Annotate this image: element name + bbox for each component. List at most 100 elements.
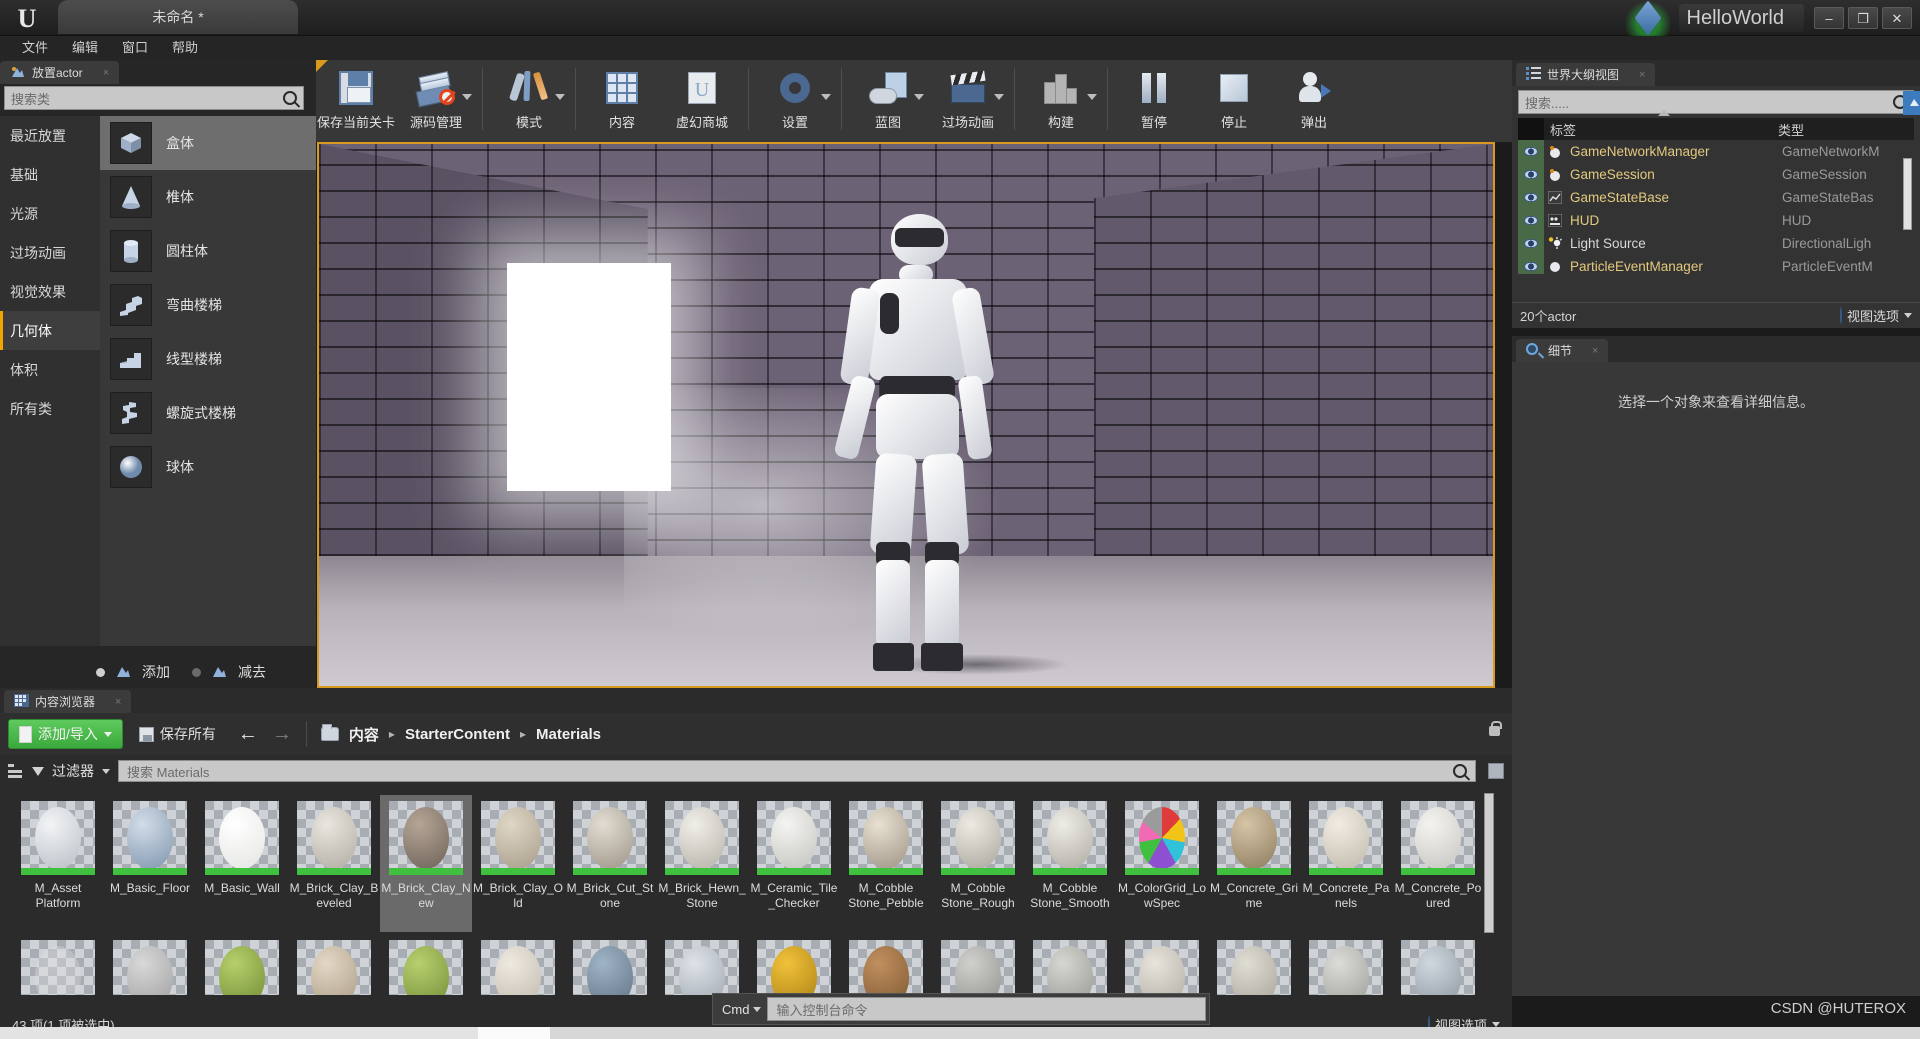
chevron-down-icon[interactable] <box>994 94 1004 100</box>
outliner-rows[interactable]: GameNetworkManager GameNetworkM GameSess… <box>1518 140 1914 274</box>
asset-tile[interactable]: M_Concrete_Grime <box>1208 795 1300 932</box>
table-row[interactable]: ParticleEventManager ParticleEventM <box>1518 255 1914 274</box>
asset-tile[interactable]: M_Brick_Clay_Beveled <box>288 795 380 932</box>
category-all-classes[interactable]: 所有类 <box>0 389 100 428</box>
breadcrumb-item-materials[interactable]: Materials <box>536 726 601 743</box>
category-recently-placed[interactable]: 最近放置 <box>0 116 100 155</box>
asset-tile[interactable] <box>196 934 288 995</box>
eye-icon[interactable] <box>1518 140 1544 163</box>
tab-details-close-icon[interactable]: × <box>1592 345 1598 357</box>
place-item-curved-stair[interactable]: 弯曲楼梯 <box>100 278 316 332</box>
asset-tile[interactable]: M_Concrete_Poured <box>1392 795 1484 932</box>
subtract-radio[interactable] <box>192 667 201 677</box>
add-import-button[interactable]: 添加/导入 <box>8 719 123 749</box>
category-basic[interactable]: 基础 <box>0 155 100 194</box>
table-row[interactable]: Light Source DirectionalLigh <box>1518 232 1914 255</box>
asset-tile[interactable] <box>564 934 656 995</box>
asset-tile[interactable] <box>1300 934 1392 995</box>
outliner-add-button[interactable] <box>1903 91 1920 115</box>
outliner-scrollbar[interactable] <box>1903 158 1912 230</box>
toolbar-content-button[interactable]: 内容 <box>582 60 662 136</box>
asset-tile[interactable] <box>288 934 380 995</box>
asset-tile[interactable] <box>932 934 1024 995</box>
chevron-down-icon[interactable] <box>821 94 831 100</box>
asset-tile[interactable] <box>1392 934 1484 995</box>
asset-tile[interactable] <box>472 934 564 995</box>
outliner-search-input[interactable]: 搜索..... <box>1518 90 1920 115</box>
asset-tile[interactable] <box>1116 934 1208 995</box>
place-item-cylinder[interactable]: 圆柱体 <box>100 224 316 278</box>
asset-tile[interactable] <box>656 934 748 995</box>
asset-tile[interactable] <box>748 934 840 995</box>
outliner-view-options-button[interactable]: 视图选项 <box>1839 306 1912 325</box>
toolbar-modes-button[interactable]: 模式 <box>489 60 569 136</box>
level-viewport[interactable] <box>317 142 1495 688</box>
console-input[interactable]: 输入控制台命令 <box>767 997 1206 1021</box>
tab-details[interactable]: 细节 × <box>1516 339 1609 362</box>
toolbar-cinematics-button[interactable]: 过场动画 <box>928 60 1008 136</box>
asset-tile[interactable]: M_Brick_Hewn_Stone <box>656 795 748 932</box>
back-button[interactable]: ← <box>238 724 258 744</box>
toolbar-source-control-button[interactable]: 源码管理 <box>396 60 476 136</box>
chevron-down-icon[interactable] <box>462 94 472 100</box>
asset-tile[interactable] <box>380 934 472 995</box>
close-button[interactable]: ✕ <box>1882 7 1912 29</box>
tab-place-actor-close-icon[interactable]: × <box>103 67 109 79</box>
asset-tile[interactable]: M_ColorGrid_LowSpec <box>1116 795 1208 932</box>
toolbar-build-button[interactable]: 构建 <box>1021 60 1101 136</box>
asset-tile[interactable]: M_Cobble Stone_Smooth <box>1024 795 1116 932</box>
toolbar-pause-button[interactable]: 暂停 <box>1114 60 1194 136</box>
save-all-button[interactable]: 保存所有 <box>133 724 222 744</box>
breadcrumb-item-startercontent[interactable]: StarterContent <box>405 726 510 743</box>
eye-icon[interactable] <box>1518 186 1544 209</box>
asset-tile[interactable]: M_Cobble Stone_Rough <box>932 795 1024 932</box>
chevron-down-icon[interactable] <box>555 94 565 100</box>
menu-item-edit[interactable]: 编辑 <box>60 36 110 60</box>
tab-world-outliner[interactable]: 世界大纲视图 × <box>1516 63 1656 86</box>
minimize-button[interactable]: – <box>1814 7 1844 29</box>
place-item-box[interactable]: 盒体 <box>100 116 316 170</box>
eye-icon[interactable] <box>1518 255 1544 274</box>
toolbar-settings-button[interactable]: 设置 <box>755 60 835 136</box>
toolbar-blueprint-button[interactable]: 蓝图 <box>848 60 928 136</box>
table-row[interactable]: HUD HUD <box>1518 209 1914 232</box>
breadcrumb-item-content[interactable]: 内容 <box>349 724 379 745</box>
place-actor-search-input[interactable]: 搜索类 <box>4 86 304 110</box>
asset-tile[interactable]: M_Ceramic_Tile_Checker <box>748 795 840 932</box>
asset-tile[interactable] <box>1208 934 1300 995</box>
category-cinematic[interactable]: 过场动画 <box>0 233 100 272</box>
outliner-label-column[interactable]: 标签 <box>1544 120 1774 139</box>
chevron-down-icon[interactable] <box>914 94 924 100</box>
toolbar-save-level-button[interactable]: 保存当前关卡 <box>316 60 396 136</box>
chevron-down-icon[interactable] <box>1087 94 1097 100</box>
asset-tile[interactable] <box>1024 934 1116 995</box>
eye-icon[interactable] <box>1518 209 1544 232</box>
menu-item-help[interactable]: 帮助 <box>160 36 210 60</box>
category-volumes[interactable]: 体积 <box>0 350 100 389</box>
table-row[interactable]: GameStateBase GameStateBas <box>1518 186 1914 209</box>
tab-place-actor[interactable]: 放置actor × <box>0 61 120 84</box>
asset-tile[interactable]: M_Concrete_Panels <box>1300 795 1392 932</box>
place-item-linear-stair[interactable]: 线型楼梯 <box>100 332 316 386</box>
asset-tile[interactable]: M_Brick_Clay_Old <box>472 795 564 932</box>
asset-grid-scrollbar[interactable] <box>1484 793 1494 933</box>
toolbar-stop-button[interactable]: 停止 <box>1194 60 1274 136</box>
toolbar-marketplace-button[interactable]: 虚幻商城 <box>662 60 742 136</box>
chevron-down-icon[interactable] <box>102 768 110 774</box>
asset-grid[interactable]: M_Asset Platform M_Basic_Floor M_Basic_W… <box>0 787 1490 995</box>
menu-item-file[interactable]: 文件 <box>10 36 60 60</box>
eye-icon[interactable] <box>1518 232 1544 255</box>
project-tab[interactable]: 未命名 * <box>58 0 298 34</box>
table-row[interactable]: GameNetworkManager GameNetworkM <box>1518 140 1914 163</box>
asset-tile[interactable] <box>12 934 104 995</box>
asset-tile-selected[interactable]: M_Brick_Clay_New <box>380 795 472 932</box>
category-visual-effects[interactable]: 视觉效果 <box>0 272 100 311</box>
toolbar-eject-button[interactable]: 弹出 <box>1274 60 1354 136</box>
filter-label[interactable]: 过滤器 <box>52 761 94 781</box>
content-browser-search-input[interactable]: 搜索 Materials <box>118 760 1476 782</box>
asset-tile[interactable] <box>840 934 932 995</box>
lock-icon[interactable] <box>1489 721 1502 736</box>
place-item-sphere[interactable]: 球体 <box>100 440 316 494</box>
console-cmd-dropdown[interactable]: Cmd <box>716 997 767 1021</box>
category-geometry[interactable]: 几何体 <box>0 311 100 350</box>
